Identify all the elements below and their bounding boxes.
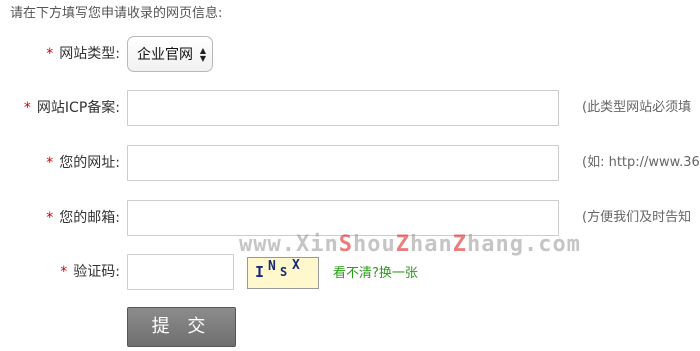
captcha-label-text: 验证码: (73, 264, 120, 280)
icp-label: * 网站ICP备案: (2, 98, 120, 118)
watermark-part: hang.com (466, 232, 581, 257)
watermark-part: Z (452, 232, 467, 257)
captcha-input[interactable] (127, 254, 234, 290)
select-arrows-icon: ▲ ▼ (199, 46, 206, 63)
watermark-part: S (338, 232, 353, 257)
icp-input[interactable] (127, 90, 559, 126)
required-mark: * (23, 100, 31, 116)
watermark-part: han (409, 232, 453, 257)
url-label: * 您的网址: (2, 153, 120, 173)
icp-hint: (此类型网站必须填 (582, 100, 692, 115)
email-input[interactable] (127, 200, 559, 236)
required-mark: * (46, 46, 54, 62)
captcha-char: I (255, 263, 265, 281)
form-intro: 请在下方填写您申请收录的网页信息: (10, 6, 223, 21)
url-input[interactable] (127, 145, 559, 181)
email-label-text: 您的邮箱: (59, 210, 120, 226)
icp-label-text: 网站ICP备案: (36, 100, 120, 116)
site-watermark: www.XinShouZhanZhang.com (239, 232, 581, 257)
url-label-text: 您的网址: (59, 155, 120, 171)
watermark-part: www.Xin (239, 232, 339, 257)
captcha-image[interactable]: I N S X (247, 257, 319, 289)
required-mark: * (46, 155, 54, 171)
email-label: * 您的邮箱: (2, 208, 120, 228)
watermark-part: Z (395, 232, 410, 257)
captcha-label: * 验证码: (2, 262, 120, 282)
url-hint: (如: http://www.36 (582, 155, 700, 170)
watermark-part: hou (352, 232, 396, 257)
captcha-char: X (292, 258, 300, 273)
email-hint: (方便我们及时告知 (582, 210, 692, 225)
site-type-selected-value: 企业官网 (137, 47, 193, 63)
site-type-label-text: 网站类型: (59, 46, 120, 62)
submit-button[interactable]: 提 交 (127, 307, 236, 347)
required-mark: * (46, 210, 54, 226)
site-type-select[interactable]: 企业官网 ▲ ▼ (127, 36, 213, 72)
captcha-char: S (280, 265, 288, 279)
captcha-refresh-link[interactable]: 看不清?换一张 (333, 262, 418, 281)
captcha-char: N (268, 259, 276, 274)
site-type-label: * 网站类型: (2, 44, 120, 64)
required-mark: * (60, 264, 68, 280)
